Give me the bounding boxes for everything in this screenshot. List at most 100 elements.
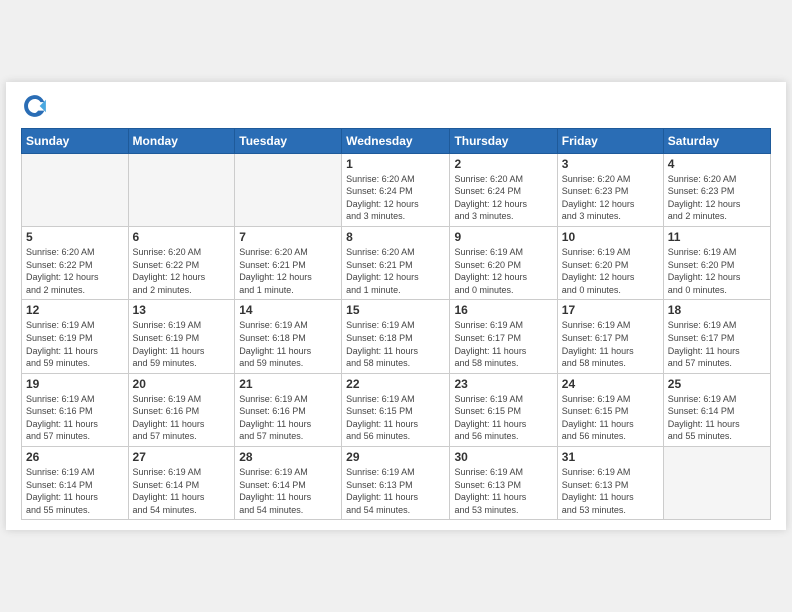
day-number: 18 — [668, 303, 766, 317]
day-number: 2 — [454, 157, 552, 171]
day-number: 20 — [133, 377, 231, 391]
day-number: 28 — [239, 450, 337, 464]
calendar-cell: 28 Sunrise: 6:19 AM Sunset: 6:14 PM Dayli… — [235, 447, 342, 520]
day-number: 13 — [133, 303, 231, 317]
calendar-cell: 20 Sunrise: 6:19 AM Sunset: 6:16 PM Dayli… — [128, 373, 235, 446]
weekday-header-friday: Friday — [557, 128, 663, 153]
calendar-cell — [235, 153, 342, 226]
calendar-cell: 29Sunrise: 6:19 AM Sunset: 6:13 PM Dayli… — [342, 447, 450, 520]
day-info: Sunrise: 6:19 AM Sunset: 6:17 PM Dayligh… — [668, 319, 766, 369]
weekday-header-thursday: Thursday — [450, 128, 557, 153]
day-info: Sunrise: 6:19 AM Sunset: 6:20 PM Dayligh… — [454, 246, 552, 296]
calendar-cell: 27 Sunrise: 6:19 AM Sunset: 6:14 PM Dayli… — [128, 447, 235, 520]
calendar-cell: 5 Sunrise: 6:20 AM Sunset: 6:22 PM Daylig… — [22, 226, 129, 299]
day-info: Sunrise: 6:20 AM Sunset: 6:21 PM Dayligh… — [239, 246, 337, 296]
day-info: Sunrise: 6:19 AM Sunset: 6:16 PM Dayligh… — [239, 393, 337, 443]
day-info: Sunrise: 6:19 AM Sunset: 6:13 PM Dayligh… — [454, 466, 552, 516]
day-number: 31 — [562, 450, 659, 464]
day-number: 6 — [133, 230, 231, 244]
day-number: 15 — [346, 303, 445, 317]
day-info: Sunrise: 6:19 AM Sunset: 6:15 PM Dayligh… — [346, 393, 445, 443]
calendar-cell — [22, 153, 129, 226]
day-number: 5 — [26, 230, 124, 244]
calendar-cell: 12Sunrise: 6:19 AM Sunset: 6:19 PM Dayli… — [22, 300, 129, 373]
week-row-4: 19 Sunrise: 6:19 AM Sunset: 6:16 PM Dayli… — [22, 373, 771, 446]
day-info: Sunrise: 6:19 AM Sunset: 6:13 PM Dayligh… — [346, 466, 445, 516]
day-info: Sunrise: 6:20 AM Sunset: 6:23 PM Dayligh… — [668, 173, 766, 223]
day-info: Sunrise: 6:19 AM Sunset: 6:18 PM Dayligh… — [346, 319, 445, 369]
day-number: 19 — [26, 377, 124, 391]
header — [21, 92, 771, 120]
day-info: Sunrise: 6:19 AM Sunset: 6:14 PM Dayligh… — [239, 466, 337, 516]
calendar-cell: 6 Sunrise: 6:20 AM Sunset: 6:22 PM Daylig… — [128, 226, 235, 299]
calendar-cell: 30Sunrise: 6:19 AM Sunset: 6:13 PM Dayli… — [450, 447, 557, 520]
day-info: Sunrise: 6:19 AM Sunset: 6:14 PM Dayligh… — [26, 466, 124, 516]
day-info: Sunrise: 6:19 AM Sunset: 6:14 PM Dayligh… — [133, 466, 231, 516]
day-number: 4 — [668, 157, 766, 171]
day-number: 10 — [562, 230, 659, 244]
day-info: Sunrise: 6:20 AM Sunset: 6:24 PM Dayligh… — [346, 173, 445, 223]
day-info: Sunrise: 6:20 AM Sunset: 6:23 PM Dayligh… — [562, 173, 659, 223]
calendar-cell: 25 Sunrise: 6:19 AM Sunset: 6:14 PM Dayli… — [663, 373, 770, 446]
calendar-container: SundayMondayTuesdayWednesdayThursdayFrid… — [6, 82, 786, 531]
day-info: Sunrise: 6:20 AM Sunset: 6:22 PM Dayligh… — [26, 246, 124, 296]
day-number: 27 — [133, 450, 231, 464]
calendar-cell: 21 Sunrise: 6:19 AM Sunset: 6:16 PM Dayli… — [235, 373, 342, 446]
logo — [21, 92, 53, 120]
calendar-table: SundayMondayTuesdayWednesdayThursdayFrid… — [21, 128, 771, 521]
day-info: Sunrise: 6:19 AM Sunset: 6:15 PM Dayligh… — [454, 393, 552, 443]
calendar-cell: 19 Sunrise: 6:19 AM Sunset: 6:16 PM Dayli… — [22, 373, 129, 446]
day-number: 21 — [239, 377, 337, 391]
day-info: Sunrise: 6:19 AM Sunset: 6:20 PM Dayligh… — [668, 246, 766, 296]
calendar-cell: 14 Sunrise: 6:19 AM Sunset: 6:18 PM Dayli… — [235, 300, 342, 373]
calendar-cell: 23Sunrise: 6:19 AM Sunset: 6:15 PM Dayli… — [450, 373, 557, 446]
calendar-cell: 31 Sunrise: 6:19 AM Sunset: 6:13 PM Dayli… — [557, 447, 663, 520]
weekday-header-tuesday: Tuesday — [235, 128, 342, 153]
day-number: 14 — [239, 303, 337, 317]
day-number: 9 — [454, 230, 552, 244]
calendar-cell — [663, 447, 770, 520]
calendar-cell: 16 Sunrise: 6:19 AM Sunset: 6:17 PM Dayli… — [450, 300, 557, 373]
day-number: 26 — [26, 450, 124, 464]
day-info: Sunrise: 6:20 AM Sunset: 6:21 PM Dayligh… — [346, 246, 445, 296]
day-info: Sunrise: 6:19 AM Sunset: 6:15 PM Dayligh… — [562, 393, 659, 443]
day-info: Sunrise: 6:19 AM Sunset: 6:16 PM Dayligh… — [26, 393, 124, 443]
week-row-3: 12Sunrise: 6:19 AM Sunset: 6:19 PM Dayli… — [22, 300, 771, 373]
calendar-cell: 9 Sunrise: 6:19 AM Sunset: 6:20 PM Daylig… — [450, 226, 557, 299]
day-info: Sunrise: 6:19 AM Sunset: 6:16 PM Dayligh… — [133, 393, 231, 443]
calendar-cell: 26 Sunrise: 6:19 AM Sunset: 6:14 PM Dayli… — [22, 447, 129, 520]
day-info: Sunrise: 6:19 AM Sunset: 6:14 PM Dayligh… — [668, 393, 766, 443]
weekday-header-wednesday: Wednesday — [342, 128, 450, 153]
calendar-cell: 3 Sunrise: 6:20 AM Sunset: 6:23 PM Daylig… — [557, 153, 663, 226]
week-row-1: 1 Sunrise: 6:20 AM Sunset: 6:24 PM Daylig… — [22, 153, 771, 226]
calendar-cell: 11 Sunrise: 6:19 AM Sunset: 6:20 PM Dayli… — [663, 226, 770, 299]
day-number: 3 — [562, 157, 659, 171]
day-number: 12 — [26, 303, 124, 317]
calendar-cell: 22Sunrise: 6:19 AM Sunset: 6:15 PM Dayli… — [342, 373, 450, 446]
day-number: 7 — [239, 230, 337, 244]
day-info: Sunrise: 6:19 AM Sunset: 6:20 PM Dayligh… — [562, 246, 659, 296]
calendar-cell: 15 Sunrise: 6:19 AM Sunset: 6:18 PM Dayli… — [342, 300, 450, 373]
calendar-cell: 1 Sunrise: 6:20 AM Sunset: 6:24 PM Daylig… — [342, 153, 450, 226]
day-info: Sunrise: 6:20 AM Sunset: 6:22 PM Dayligh… — [133, 246, 231, 296]
weekday-header-monday: Monday — [128, 128, 235, 153]
calendar-cell: 4 Sunrise: 6:20 AM Sunset: 6:23 PM Daylig… — [663, 153, 770, 226]
week-row-5: 26 Sunrise: 6:19 AM Sunset: 6:14 PM Dayli… — [22, 447, 771, 520]
day-info: Sunrise: 6:19 AM Sunset: 6:13 PM Dayligh… — [562, 466, 659, 516]
day-info: Sunrise: 6:19 AM Sunset: 6:17 PM Dayligh… — [562, 319, 659, 369]
day-number: 16 — [454, 303, 552, 317]
logo-icon — [21, 92, 49, 120]
day-number: 11 — [668, 230, 766, 244]
day-number: 8 — [346, 230, 445, 244]
calendar-cell: 13Sunrise: 6:19 AM Sunset: 6:19 PM Dayli… — [128, 300, 235, 373]
day-number: 1 — [346, 157, 445, 171]
day-info: Sunrise: 6:19 AM Sunset: 6:18 PM Dayligh… — [239, 319, 337, 369]
day-info: Sunrise: 6:19 AM Sunset: 6:17 PM Dayligh… — [454, 319, 552, 369]
day-number: 25 — [668, 377, 766, 391]
day-number: 17 — [562, 303, 659, 317]
weekday-header-row: SundayMondayTuesdayWednesdayThursdayFrid… — [22, 128, 771, 153]
day-info: Sunrise: 6:20 AM Sunset: 6:24 PM Dayligh… — [454, 173, 552, 223]
calendar-cell: 10 Sunrise: 6:19 AM Sunset: 6:20 PM Dayli… — [557, 226, 663, 299]
calendar-cell: 7 Sunrise: 6:20 AM Sunset: 6:21 PM Daylig… — [235, 226, 342, 299]
calendar-cell — [128, 153, 235, 226]
